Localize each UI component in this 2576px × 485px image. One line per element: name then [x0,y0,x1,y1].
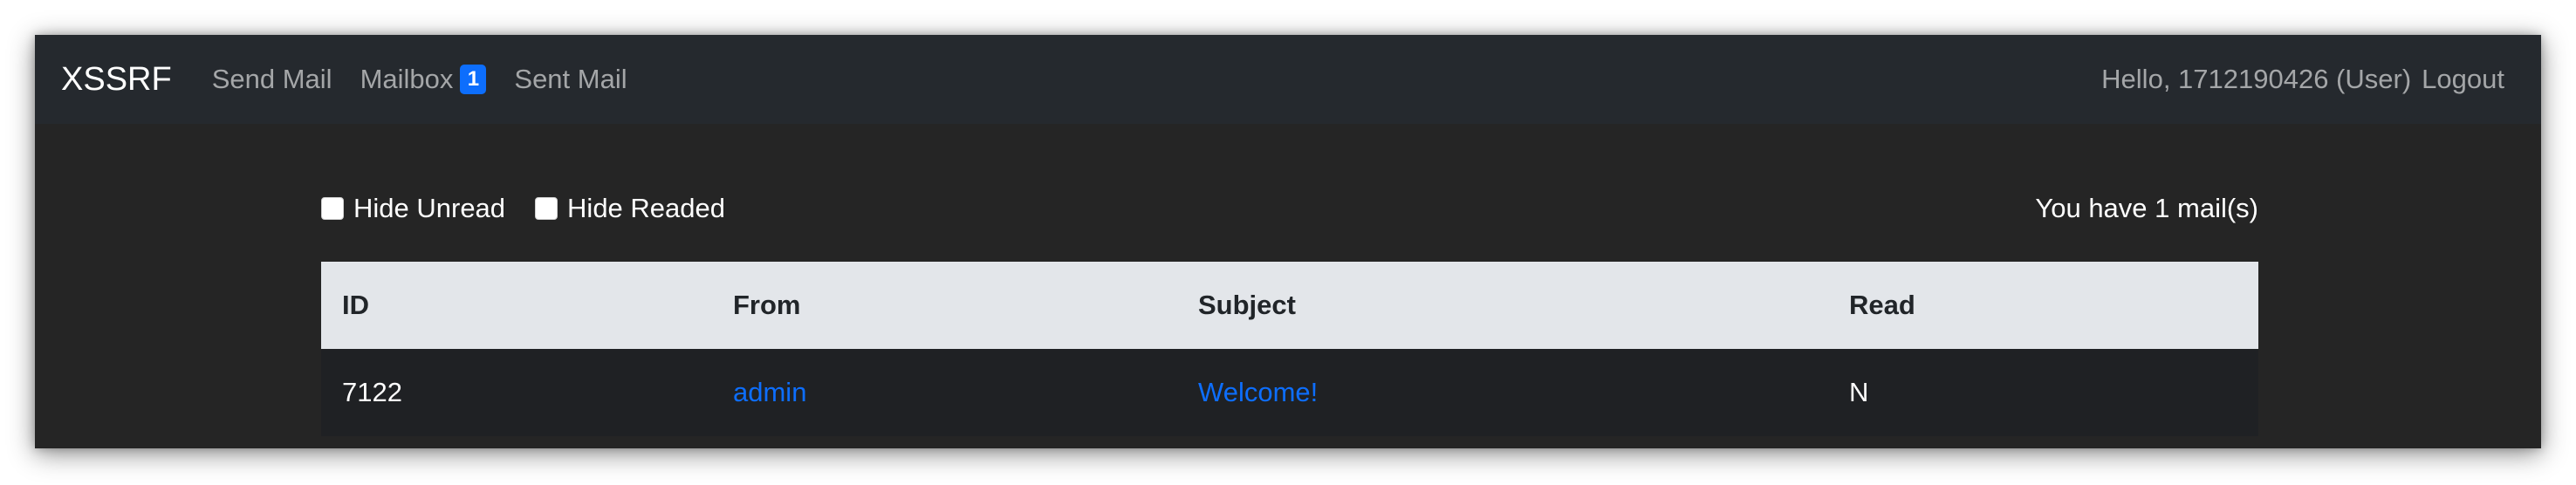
column-header-from: From [733,290,801,320]
hide-unread-filter[interactable]: Hide Unread [321,193,505,224]
column-header-id: ID [342,290,369,320]
hide-unread-checkbox[interactable] [321,197,344,220]
filter-bar: Hide Unread Hide Readed You have 1 mail(… [321,192,2258,225]
hide-readed-checkbox[interactable] [535,197,558,220]
nav-send-mail-label: Send Mail [211,64,332,94]
app-window: XSSRF Send Mail Mailbox 1 Sent Mail Hell… [35,35,2541,448]
navbar: XSSRF Send Mail Mailbox 1 Sent Mail Hell… [35,35,2541,124]
mail-from-link[interactable]: admin [712,349,1177,436]
nav-mailbox[interactable]: Mailbox 1 [360,64,487,95]
mail-id: 7122 [342,377,402,407]
logout-link[interactable]: Logout [2422,64,2504,95]
table-row: 7122 admin Welcome! N [321,349,2258,436]
mail-count: You have 1 mail(s) [2035,193,2258,223]
mail-table-header: ID From Subject Read [321,262,2258,349]
hide-unread-label: Hide Unread [353,193,506,223]
mail-table: ID From Subject Read 7122 admin Welcome!… [321,262,2258,436]
nav-mailbox-label: Mailbox [360,64,454,94]
column-header-subject: Subject [1198,290,1296,320]
nav-send-mail[interactable]: Send Mail [212,64,332,95]
column-header-read: Read [1849,290,1915,320]
nav-sent-mail-label: Sent Mail [514,64,627,94]
nav-sent-mail[interactable]: Sent Mail [514,64,627,95]
mail-read-status: N [1849,377,1869,407]
hide-readed-filter[interactable]: Hide Readed [535,193,725,224]
unread-badge: 1 [460,65,487,94]
hide-readed-label: Hide Readed [567,193,726,223]
brand-logo[interactable]: XSSRF [61,61,172,99]
header-row: ID From Subject Read [321,262,2258,349]
user-greeting: Hello, 1712190426 (User) [2101,64,2412,94]
mail-subject-link[interactable]: Welcome! [1177,349,1828,436]
mail-table-body: 7122 admin Welcome! N [321,349,2258,436]
